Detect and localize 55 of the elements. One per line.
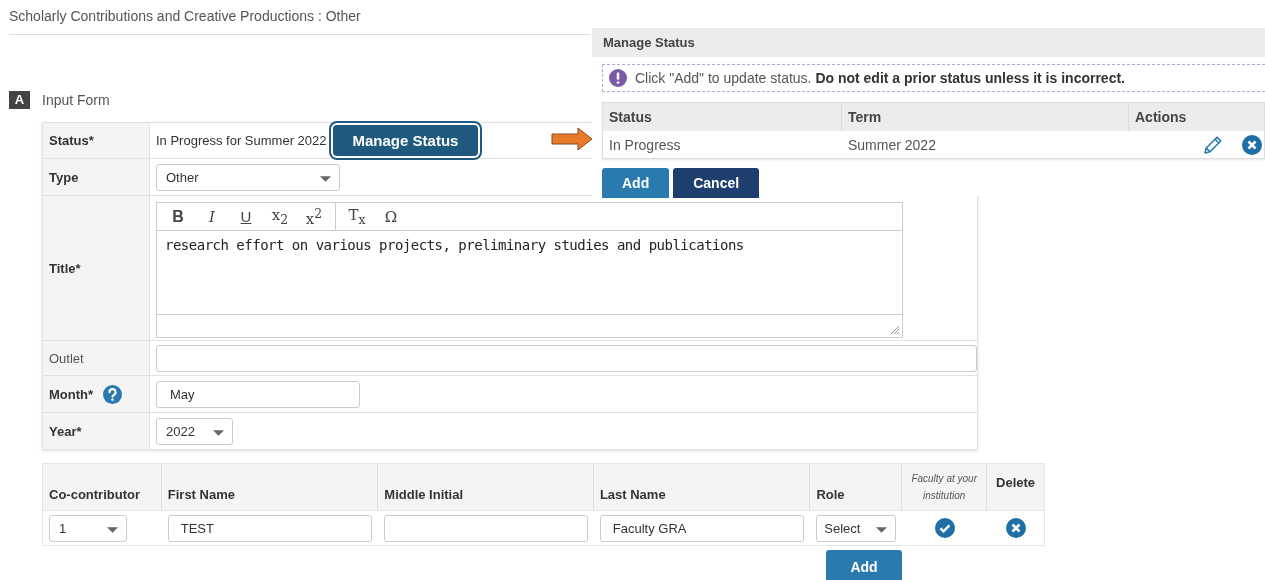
column-header: First Name (167, 487, 235, 502)
section-title: Input Form (42, 91, 110, 108)
column-header: Middle Initial (384, 487, 464, 502)
page-title: Scholarly Contributions and Creative Productions : Other (9, 8, 361, 24)
text-field[interactable] (384, 514, 588, 542)
toolbar-button[interactable]: Ω (374, 203, 408, 230)
text-field[interactable] (156, 344, 977, 372)
text-field[interactable]: May (156, 380, 360, 408)
field-label: Outlet (49, 350, 84, 366)
help-icon[interactable] (103, 384, 123, 404)
column-header: Actions (1135, 109, 1187, 125)
section-badge: A (9, 90, 30, 109)
text-field[interactable]: Faculty GRA (599, 514, 805, 542)
caret-icon (320, 175, 331, 182)
table-cell: Summer 2022 (848, 136, 936, 153)
column-header: Last Name (599, 487, 666, 502)
toolbar-button[interactable]: x$^{2}$ (297, 203, 331, 230)
dialog-title: Manage Status (603, 35, 695, 50)
title-text-area[interactable]: research effort on various projects, preliminary studies and publications (157, 231, 902, 315)
toolbar-button[interactable]: T$_{x}$ (340, 203, 374, 230)
notice-text: Click "Add" to update status. Do not edit a prior status unless it is incorrect. (635, 70, 1125, 86)
close-icon[interactable] (1005, 518, 1026, 538)
cancel-button[interactable]: Cancel (673, 168, 760, 198)
dropdown[interactable]: 1 (49, 514, 127, 542)
add-button[interactable]: Add (826, 550, 902, 580)
column-header: Status (609, 109, 652, 125)
status-text: In Progress for Summer 2022 (156, 133, 327, 148)
resize-grip-icon[interactable] (889, 324, 899, 334)
column-header: Role (816, 487, 845, 502)
dropdown[interactable]: 2022 (156, 417, 233, 445)
arrow-icon (551, 127, 593, 151)
check-icon[interactable] (934, 518, 955, 538)
close-icon[interactable] (1242, 134, 1262, 155)
text-field[interactable]: TEST (167, 514, 373, 542)
dropdown[interactable]: Other (156, 163, 340, 191)
toolbar-button[interactable]: x$_{2}$ (263, 203, 297, 230)
field-label: Year* (49, 423, 82, 439)
field-label: Status* (49, 133, 94, 148)
caret-icon (213, 429, 224, 436)
column-header: Faculty at your institution (910, 472, 979, 503)
column-header: Co-contributor (49, 487, 140, 502)
field-label: Title* (49, 260, 81, 276)
field-label: Month* (49, 386, 94, 402)
dropdown[interactable]: Select (816, 514, 897, 542)
toolbar-button[interactable]: I (195, 203, 229, 230)
table-cell: In Progress (609, 136, 681, 153)
field-label: Type (49, 169, 79, 185)
caret-icon (876, 526, 888, 533)
column-header: Term (848, 109, 882, 125)
alert-icon (609, 69, 627, 87)
toolbar-button[interactable]: B (161, 203, 195, 230)
caret-icon (107, 526, 118, 533)
column-header: Delete (996, 474, 1036, 490)
toolbar-button[interactable]: U (229, 203, 263, 230)
add-button[interactable]: Add (602, 168, 670, 198)
